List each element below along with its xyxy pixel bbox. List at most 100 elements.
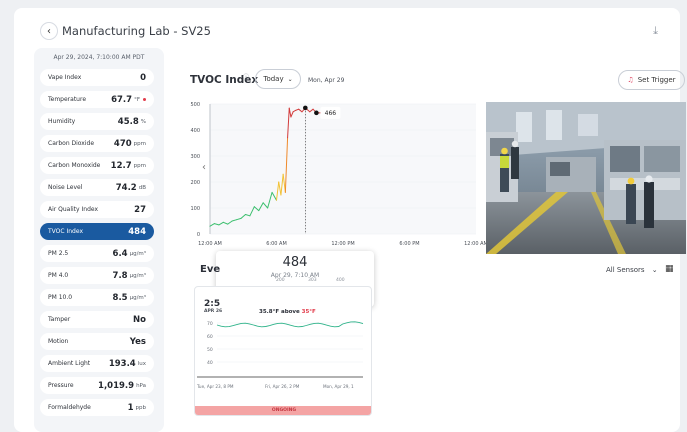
sensor-filter-label: All Sensors — [606, 266, 645, 274]
sensor-item-humidity[interactable]: Humidity 45.8% — [40, 113, 154, 130]
sensor-value: Yes — [129, 336, 146, 347]
alert-dot — [143, 98, 146, 101]
sensor-item-formaldehyde[interactable]: Formaldehyde 1 ppb — [40, 399, 154, 416]
event-status: ONGOING — [195, 406, 371, 415]
event-y-tick: 70 — [207, 321, 213, 327]
page-header: ‹ Manufacturing Lab - SV25 ⤓ — [14, 16, 680, 46]
sensor-item-noise-level[interactable]: Noise Level 74.2 dB — [40, 179, 154, 196]
range-label: Today — [263, 75, 284, 83]
sensor-unit: µg/m³ — [129, 250, 146, 257]
y-tick-label: 200 — [190, 180, 200, 186]
sensor-unit: µg/m³ — [129, 294, 146, 301]
set-trigger-button[interactable]: ♫ Set Trigger — [618, 70, 685, 90]
sensor-item-tvoc-index[interactable]: TVOC Index 484 — [40, 223, 154, 240]
x-tick-label: 6:00 PM — [399, 241, 419, 247]
range-dropdown[interactable]: Today ⌄ — [255, 69, 301, 89]
bell-icon: ♫ — [627, 76, 634, 84]
sensor-label: Air Quality Index — [48, 206, 99, 213]
sensor-label: Pressure — [48, 382, 74, 389]
event-y-tick: 50 — [207, 347, 213, 353]
sensor-value: 74.2 — [115, 182, 137, 193]
info-icon[interactable]: ⓘ — [243, 72, 249, 81]
sensor-item-carbon-monoxide[interactable]: Carbon Monoxide 12.7 ppm — [40, 157, 154, 174]
highlight-value-label: 466 — [325, 110, 337, 117]
event-time: 2:5 — [204, 299, 221, 309]
event-x-tick: Tue, Apr 23, 8 PM — [196, 384, 234, 389]
event-x-tick: Fri, Apr 26, 2 PM — [265, 384, 300, 389]
sensor-unit: ppb — [135, 404, 146, 411]
camera-snapshot[interactable] — [486, 102, 686, 254]
sensor-value: 8.5 — [112, 292, 128, 303]
sensor-value: 484 — [128, 226, 146, 237]
sensor-label: Noise Level — [48, 184, 83, 191]
sensor-unit: % — [140, 118, 146, 125]
sensor-unit: °F — [134, 96, 140, 103]
factory-photo — [486, 102, 686, 254]
timestamp: Apr 29, 2024, 7:10:00 AM PDT — [53, 54, 145, 61]
event-y-tick: 40 — [207, 360, 213, 366]
sensor-label: TVOC Index — [48, 228, 84, 235]
scale-label-2: 303 — [308, 278, 317, 283]
event-date: APR 26 — [204, 309, 223, 314]
sensor-value: 12.7 — [110, 160, 132, 171]
event-temperature: 35.8°F above 35°F — [259, 309, 316, 315]
sensor-label: Tamper — [48, 316, 71, 323]
set-trigger-label: Set Trigger — [637, 76, 676, 84]
calendar-icon[interactable]: ▦ — [665, 264, 674, 274]
sensor-value: 1,019.9 — [98, 380, 135, 391]
download-icon[interactable]: ⤓ — [653, 24, 658, 38]
sensor-item-pm-10-0[interactable]: PM 10.0 8.5 µg/m³ — [40, 289, 154, 306]
sensor-value: 6.4 — [112, 248, 128, 259]
sensor-item-pressure[interactable]: Pressure 1,019.9 hPa — [40, 377, 154, 394]
sensor-item-motion[interactable]: Motion Yes — [40, 333, 154, 350]
sensor-label: Carbon Monoxide — [48, 162, 101, 169]
sensor-label: PM 10.0 — [48, 294, 73, 301]
x-tick-label: 12:00 AM — [198, 241, 222, 247]
dashboard-card: ‹ Manufacturing Lab - SV25 ⤓ Apr 29, 202… — [14, 8, 686, 432]
sensor-item-temperature[interactable]: Temperature 67.7 °F — [40, 91, 154, 108]
chevron-left-icon: ‹ — [202, 162, 206, 173]
back-button[interactable]: ‹ — [40, 22, 58, 40]
sensor-item-carbon-dioxide[interactable]: Carbon Dioxide 470 ppm — [40, 135, 154, 152]
tooltip-date: Apr 29, 7:10 AM — [270, 272, 320, 279]
tooltip-value: 484 — [282, 255, 308, 270]
event-card[interactable]: 2:5 APR 26 35.8°F above 35°F 70 60 50 40 Tue… — [194, 286, 372, 416]
sensor-value: 7.8 — [112, 270, 128, 281]
x-tick-label: 6:00 AM — [266, 241, 287, 247]
sensor-label: PM 2.5 — [48, 250, 69, 257]
y-tick-label: 0 — [197, 232, 200, 238]
sensor-label: PM 4.0 — [48, 272, 69, 279]
sensor-item-pm-2-5[interactable]: PM 2.5 6.4 µg/m³ — [40, 245, 154, 262]
sensor-label: Motion — [48, 338, 69, 345]
sensor-unit: hPa — [136, 382, 146, 389]
sensor-item-air-quality-index[interactable]: Air Quality Index 27 — [40, 201, 154, 218]
events-heading: Eve — [200, 264, 221, 275]
sensor-filter[interactable]: All Sensors ⌄ — [606, 266, 658, 274]
scale-label-3: 400 — [336, 278, 345, 283]
sensor-value: 470 — [113, 138, 132, 149]
sensor-value: 45.8 — [117, 116, 139, 127]
x-tick-label: 12:00 AM — [464, 241, 486, 247]
y-tick-label: 300 — [190, 154, 200, 160]
event-series-line — [216, 321, 364, 328]
tvoc-line-chart[interactable]: 0 100 200 300 400 500 12:00 AM 6:00 AM 12:00 PM 6… — [186, 98, 486, 248]
sensor-value: 193.4 — [108, 358, 136, 369]
sensor-value: 27 — [134, 204, 146, 215]
sensor-label: Formaldehyde — [48, 404, 91, 411]
sensor-item-ambient-light[interactable]: Ambient Light 193.4 lux — [40, 355, 154, 372]
sensor-item-pm-4-0[interactable]: PM 4.0 7.8 µg/m³ — [40, 267, 154, 284]
plot-area — [210, 104, 476, 234]
sensor-item-tamper[interactable]: Tamper No — [40, 311, 154, 328]
sensor-value: 1 — [127, 402, 134, 413]
y-tick-label: 500 — [190, 102, 200, 108]
sensor-value: 67.7 — [111, 94, 133, 105]
sensor-label: Carbon Dioxide — [48, 140, 95, 147]
sensor-label: Temperature — [48, 96, 87, 103]
sensor-item-vape-index[interactable]: Vape Index 0 — [40, 69, 154, 86]
event-threshold: 35°F — [301, 309, 316, 315]
current-point — [314, 110, 319, 116]
event-mini-chart: 70 60 50 40 Tue, Apr 23, 8 PM Fri, Apr 26, 2 … — [196, 321, 364, 389]
sensor-label: Ambient Light — [48, 360, 91, 367]
sensor-unit: ppm — [133, 140, 146, 147]
y-tick-label: 400 — [190, 128, 200, 134]
